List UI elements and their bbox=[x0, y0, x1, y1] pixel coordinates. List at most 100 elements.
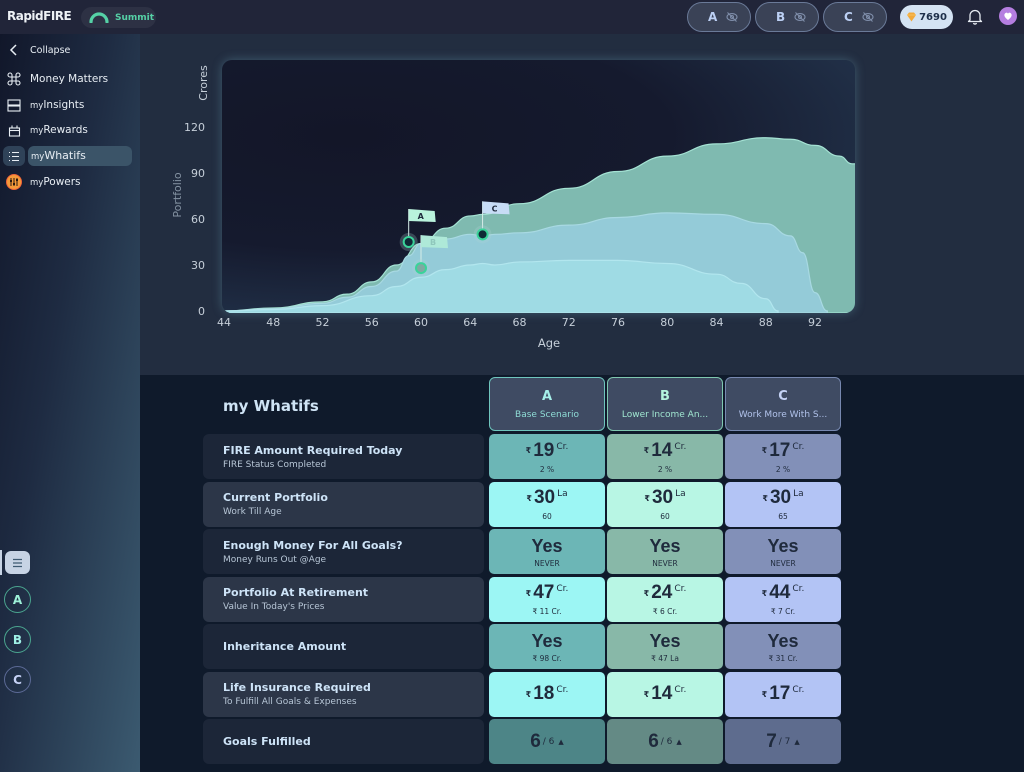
sidebar-scenario-b-button[interactable]: B bbox=[4, 626, 31, 653]
row-label[interactable]: Current Portfolio Work Till Age bbox=[203, 481, 484, 527]
value-cell[interactable]: ₹24 Cr. ₹ 6 Cr. bbox=[607, 576, 723, 622]
cell-subvalue: NEVER bbox=[770, 558, 796, 568]
cell-unit: Cr. bbox=[792, 441, 805, 452]
value-cell[interactable]: ₹30 La 60 bbox=[489, 481, 605, 527]
flag-label: B bbox=[430, 238, 436, 247]
x-tick-label: 80 bbox=[660, 316, 674, 329]
value-cell[interactable]: ₹44 Cr. ₹ 7 Cr. bbox=[725, 576, 841, 622]
value-cell[interactable]: Yes NEVER bbox=[725, 529, 841, 574]
column-header-b[interactable]: B Lower Income An... bbox=[607, 377, 723, 431]
currency-symbol: ₹ bbox=[526, 493, 532, 503]
cell-unit: Cr. bbox=[556, 685, 569, 695]
caret-up-icon[interactable]: ▲ bbox=[794, 738, 799, 746]
cell-value: Yes bbox=[649, 630, 681, 651]
scenario-list-button[interactable] bbox=[5, 551, 30, 574]
cell-value: 18 bbox=[533, 683, 555, 704]
value-cell[interactable]: Yes NEVER bbox=[607, 529, 723, 574]
currency-symbol: ₹ bbox=[643, 588, 650, 598]
cell-value: 30 bbox=[769, 487, 792, 508]
sidebar-scenario-a-button[interactable]: A bbox=[4, 586, 31, 613]
row-subtitle: To Fulfill All Goals & Expenses bbox=[223, 697, 357, 707]
cell-unit: La bbox=[793, 489, 804, 499]
cell-subvalue: ₹ 11 Cr. bbox=[532, 607, 562, 616]
column-letter: C bbox=[778, 388, 788, 404]
column-letter: B bbox=[660, 388, 670, 404]
cell-value: 24 bbox=[651, 582, 673, 603]
x-tick-label: 84 bbox=[710, 316, 724, 329]
cell-unit: Cr. bbox=[556, 584, 569, 594]
x-tick-label: 56 bbox=[365, 316, 379, 329]
row-label[interactable]: Inheritance Amount bbox=[203, 624, 484, 669]
column-header-c[interactable]: C Work More With S... bbox=[725, 377, 841, 431]
portfolio-chart[interactable]: 0 30 60 90 120 44 48 52 56 60 64 68 72 76 80 84 88 92 Age P… bbox=[0, 0, 1024, 375]
x-tick-label: 76 bbox=[611, 316, 625, 329]
x-tick-label: 72 bbox=[562, 316, 576, 329]
cell-value: Yes bbox=[531, 535, 563, 556]
value-cell[interactable]: 6/ 6 ▲ bbox=[489, 719, 605, 764]
cell-subvalue: 2 % bbox=[775, 464, 791, 474]
value-cell[interactable]: ₹30 La 60 bbox=[607, 481, 723, 527]
column-name: Base Scenario bbox=[515, 409, 579, 420]
row-label[interactable]: Enough Money For All Goals? Money Runs Ou… bbox=[203, 529, 484, 574]
flag-label: A bbox=[418, 212, 425, 221]
cell-value: 7 bbox=[766, 730, 777, 752]
caret-up-icon[interactable]: ▲ bbox=[676, 738, 681, 746]
chart-areas bbox=[223, 137, 855, 313]
marker-dot bbox=[417, 264, 425, 273]
y-axis-unit: Crores bbox=[197, 65, 210, 101]
y-tick-label: 30 bbox=[191, 259, 205, 272]
row-label[interactable]: Life Insurance Required To Fulfill All Go… bbox=[203, 671, 484, 717]
cell-total: / 6 bbox=[542, 736, 555, 747]
value-cell[interactable]: ₹14 Cr. bbox=[607, 671, 723, 717]
currency-symbol: ₹ bbox=[761, 689, 768, 699]
cell-unit: La bbox=[557, 489, 568, 499]
value-cell[interactable]: ₹17 Cr. 2 % bbox=[725, 434, 841, 479]
column-header-a[interactable]: A Base Scenario bbox=[489, 377, 605, 431]
value-cell[interactable]: ₹14 Cr. 2 % bbox=[607, 434, 723, 479]
value-cell[interactable]: ₹19 Cr. 2 % bbox=[489, 434, 605, 479]
cell-value: Yes bbox=[531, 630, 563, 651]
currency-symbol: ₹ bbox=[644, 493, 650, 503]
row-title: Goals Fulfilled bbox=[223, 735, 311, 748]
currency-symbol: ₹ bbox=[525, 689, 532, 699]
caret-up-icon[interactable]: ▲ bbox=[558, 738, 563, 746]
value-cell[interactable]: Yes ₹ 47 La bbox=[607, 624, 723, 669]
cell-subvalue: ₹ 98 Cr. bbox=[532, 653, 562, 663]
x-tick-label: 52 bbox=[316, 316, 330, 329]
value-cell[interactable]: ₹30 La 65 bbox=[725, 481, 841, 527]
value-cell[interactable]: Yes ₹ 31 Cr. bbox=[725, 624, 841, 669]
x-tick-label: 60 bbox=[414, 316, 428, 329]
row-subtitle: Money Runs Out @Age bbox=[223, 554, 327, 565]
value-cell[interactable]: ₹17 Cr. bbox=[725, 671, 841, 717]
currency-symbol: ₹ bbox=[643, 689, 650, 699]
x-tick-label: 64 bbox=[463, 316, 477, 329]
currency-symbol: ₹ bbox=[525, 588, 532, 598]
marker-dot bbox=[404, 238, 413, 246]
value-cell[interactable]: 6/ 6 ▲ bbox=[607, 719, 723, 764]
cell-value: 17 bbox=[769, 439, 791, 461]
row-title: Portfolio At Retirement bbox=[223, 586, 369, 599]
value-cell[interactable]: Yes ₹ 98 Cr. bbox=[489, 624, 605, 669]
cell-subvalue: 2 % bbox=[539, 464, 555, 474]
cell-value: 47 bbox=[533, 582, 555, 603]
cell-value: 19 bbox=[533, 439, 555, 461]
column-name: Work More With S... bbox=[738, 409, 828, 420]
row-label[interactable]: FIRE Amount Required Today FIRE Status Co… bbox=[203, 434, 484, 479]
y-tick-label: 90 bbox=[191, 167, 205, 180]
value-cell[interactable]: ₹47 Cr. ₹ 11 Cr. bbox=[489, 576, 605, 622]
cell-value: Yes bbox=[767, 630, 799, 651]
y-tick-label: 60 bbox=[191, 213, 205, 226]
value-cell[interactable]: Yes NEVER bbox=[489, 529, 605, 574]
cell-value: 14 bbox=[651, 683, 673, 704]
sidebar-scenario-c-button[interactable]: C bbox=[4, 666, 31, 693]
list-icon bbox=[13, 558, 22, 567]
value-cell[interactable]: 7/ 7 ▲ bbox=[725, 719, 841, 764]
cell-subvalue: ₹ 31 Cr. bbox=[768, 653, 798, 663]
row-label[interactable]: Portfolio At Retirement Value In Today's … bbox=[203, 576, 484, 622]
cell-value: Yes bbox=[767, 535, 799, 556]
x-tick-label: 88 bbox=[759, 316, 773, 329]
cell-subvalue: NEVER bbox=[652, 558, 678, 568]
row-label[interactable]: Goals Fulfilled bbox=[203, 719, 484, 764]
whatifs-title: my Whatifs bbox=[223, 397, 319, 415]
value-cell[interactable]: ₹18 Cr. bbox=[489, 671, 605, 717]
